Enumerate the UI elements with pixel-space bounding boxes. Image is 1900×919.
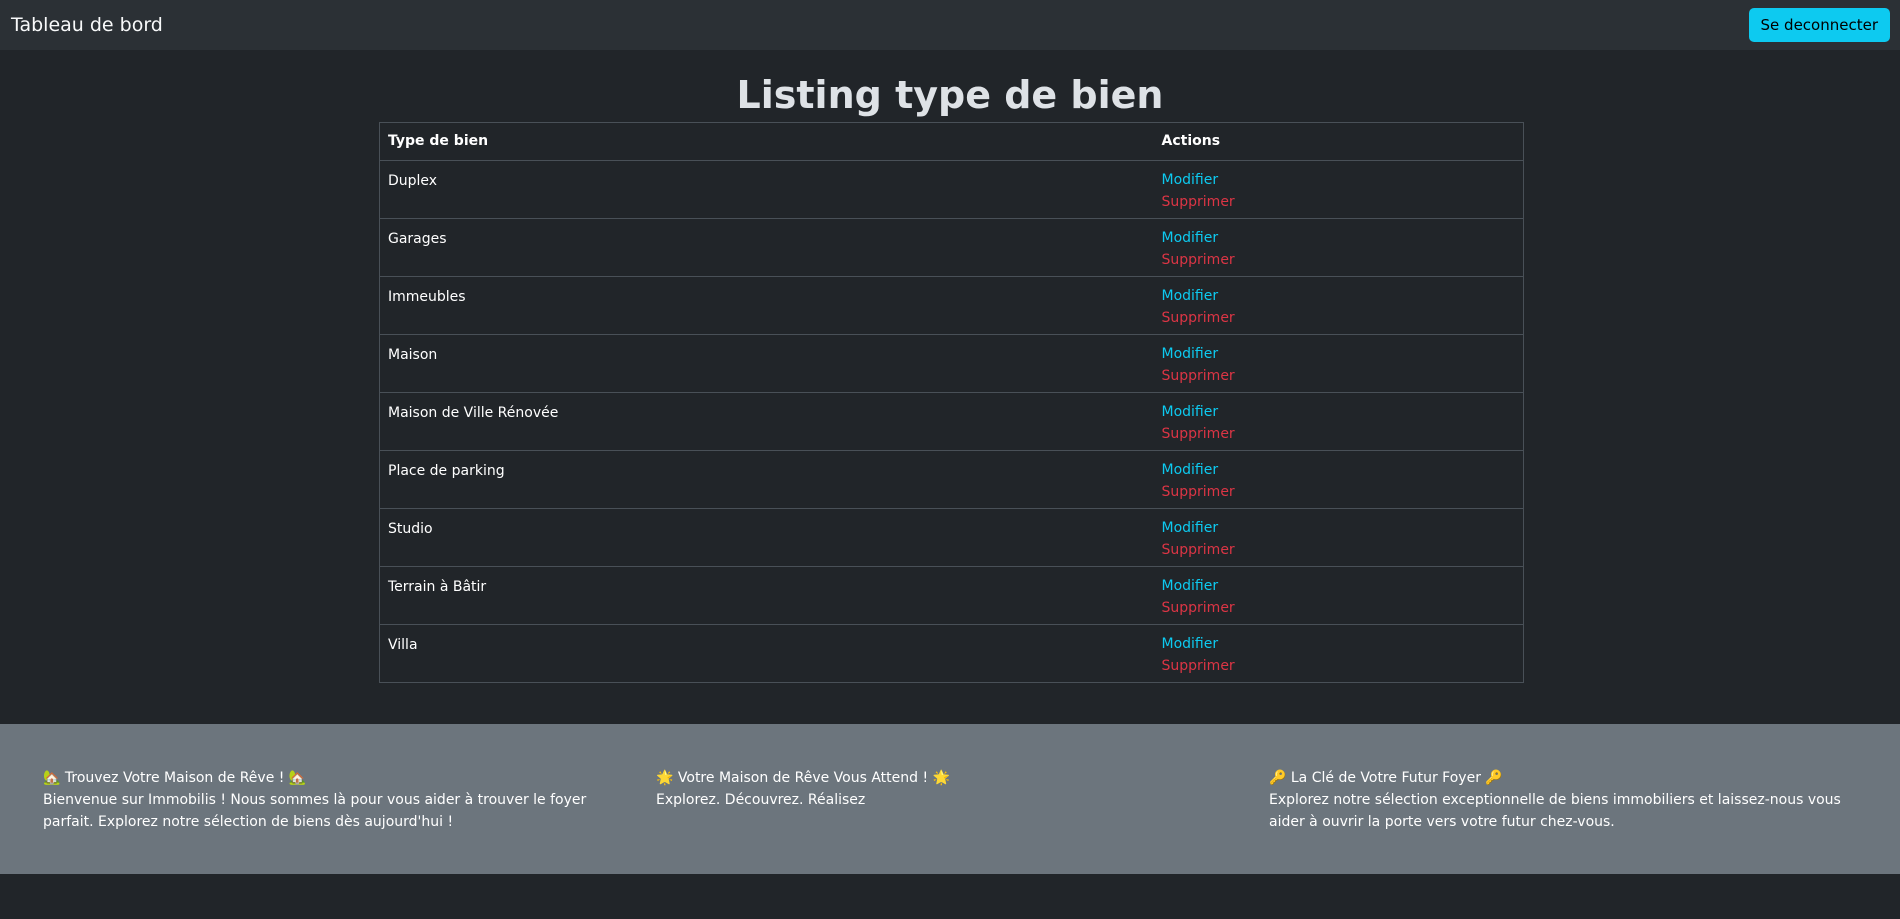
- actions-cell: Modifier Supprimer: [1153, 566, 1524, 625]
- footer-column-awaits: 🌟 Votre Maison de Rêve Vous Attend ! 🌟 E…: [656, 767, 1216, 811]
- footer-heading: 🏡 Trouvez Votre Maison de Rêve ! 🏡: [43, 770, 307, 786]
- delete-link[interactable]: Supprimer: [1162, 365, 1516, 387]
- edit-link[interactable]: Modifier: [1162, 575, 1516, 597]
- actions-cell: Modifier Supprimer: [1153, 392, 1524, 451]
- property-type-name: Terrain à Bâtir: [379, 566, 1154, 625]
- delete-link[interactable]: Supprimer: [1162, 597, 1516, 619]
- actions-cell: Modifier Supprimer: [1153, 450, 1524, 509]
- actions-cell: Modifier Supprimer: [1153, 276, 1524, 335]
- delete-link[interactable]: Supprimer: [1162, 539, 1516, 561]
- table-row: Studio Modifier Supprimer: [379, 508, 1524, 567]
- edit-link[interactable]: Modifier: [1162, 401, 1516, 423]
- delete-link[interactable]: Supprimer: [1162, 191, 1516, 213]
- footer-column-key: 🔑 La Clé de Votre Futur Foyer 🔑 Explorez…: [1269, 767, 1859, 833]
- footer-heading: 🌟 Votre Maison de Rêve Vous Attend ! 🌟: [656, 770, 950, 786]
- table-row: Duplex Modifier Supprimer: [379, 160, 1524, 219]
- logout-button[interactable]: Se deconnecter: [1748, 8, 1890, 42]
- footer-text: Explorez notre sélection exceptionnelle …: [1269, 792, 1841, 830]
- actions-cell: Modifier Supprimer: [1153, 334, 1524, 393]
- table-row: Garages Modifier Supprimer: [379, 218, 1524, 277]
- edit-link[interactable]: Modifier: [1162, 169, 1516, 191]
- column-header-actions: Actions: [1153, 122, 1524, 161]
- table-row: Place de parking Modifier Supprimer: [379, 450, 1524, 509]
- delete-link[interactable]: Supprimer: [1162, 249, 1516, 271]
- property-type-name: Duplex: [379, 160, 1154, 219]
- property-type-table: Type de bien Actions Duplex Modifier Sup…: [379, 122, 1524, 683]
- property-type-name: Villa: [379, 624, 1154, 683]
- brand-link[interactable]: Tableau de bord: [11, 13, 163, 37]
- edit-link[interactable]: Modifier: [1162, 517, 1516, 539]
- footer-text: Bienvenue sur Immobilis ! Nous sommes là…: [43, 792, 587, 830]
- table-row: Terrain à Bâtir Modifier Supprimer: [379, 566, 1524, 625]
- actions-cell: Modifier Supprimer: [1153, 508, 1524, 567]
- edit-link[interactable]: Modifier: [1162, 285, 1516, 307]
- delete-link[interactable]: Supprimer: [1162, 481, 1516, 503]
- table-row: Maison de Ville Rénovée Modifier Supprim…: [379, 392, 1524, 451]
- top-navbar: Tableau de bord Se deconnecter: [0, 0, 1900, 50]
- footer-heading: 🔑 La Clé de Votre Futur Foyer 🔑: [1269, 770, 1503, 786]
- delete-link[interactable]: Supprimer: [1162, 307, 1516, 329]
- footer-text: Explorez. Découvrez. Réalisez: [656, 792, 866, 808]
- property-type-name: Garages: [379, 218, 1154, 277]
- table-header-row: Type de bien Actions: [379, 122, 1524, 161]
- actions-cell: Modifier Supprimer: [1153, 160, 1524, 219]
- actions-cell: Modifier Supprimer: [1153, 624, 1524, 683]
- footer-column-dream-home: 🏡 Trouvez Votre Maison de Rêve ! 🏡 Bienv…: [43, 767, 603, 833]
- edit-link[interactable]: Modifier: [1162, 227, 1516, 249]
- page-title: Listing type de bien: [736, 73, 1164, 117]
- delete-link[interactable]: Supprimer: [1162, 423, 1516, 445]
- property-type-name: Maison: [379, 334, 1154, 393]
- actions-cell: Modifier Supprimer: [1153, 218, 1524, 277]
- edit-link[interactable]: Modifier: [1162, 459, 1516, 481]
- table-row: Maison Modifier Supprimer: [379, 334, 1524, 393]
- delete-link[interactable]: Supprimer: [1162, 655, 1516, 677]
- site-footer: 🏡 Trouvez Votre Maison de Rêve ! 🏡 Bienv…: [0, 724, 1900, 874]
- property-type-name: Place de parking: [379, 450, 1154, 509]
- property-type-name: Immeubles: [379, 276, 1154, 335]
- edit-link[interactable]: Modifier: [1162, 633, 1516, 655]
- table-row: Villa Modifier Supprimer: [379, 624, 1524, 683]
- table-row: Immeubles Modifier Supprimer: [379, 276, 1524, 335]
- column-header-type: Type de bien: [379, 122, 1154, 161]
- edit-link[interactable]: Modifier: [1162, 343, 1516, 365]
- property-type-name: Studio: [379, 508, 1154, 567]
- property-type-name: Maison de Ville Rénovée: [379, 392, 1154, 451]
